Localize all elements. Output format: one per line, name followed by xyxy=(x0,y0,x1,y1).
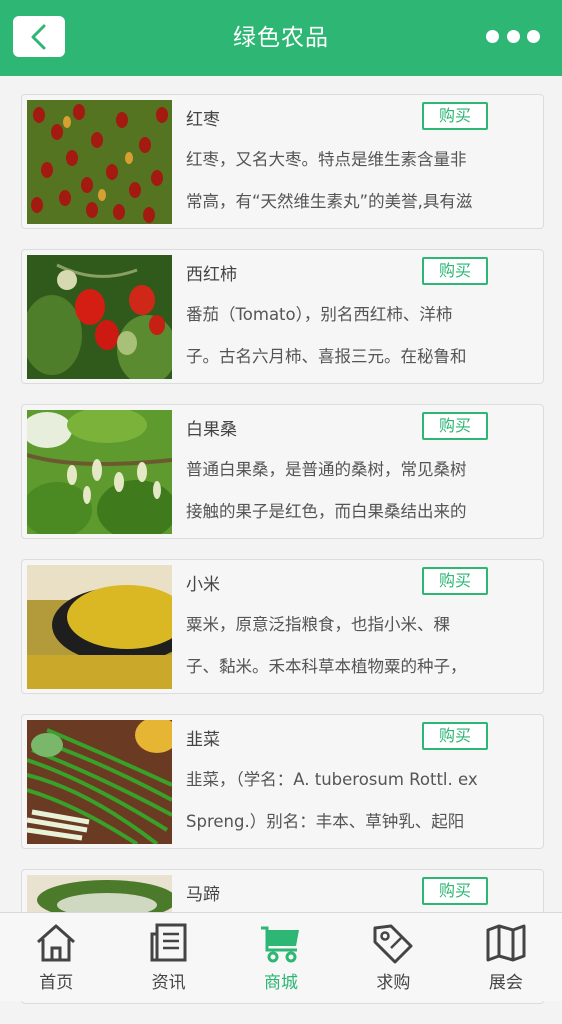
tab-label: 首页 xyxy=(39,973,74,993)
more-dot-icon xyxy=(527,29,540,43)
description-line: 子。古名六月柿、喜报三元。在秘鲁和 xyxy=(186,347,467,366)
product-image-jujube[interactable] xyxy=(27,100,172,224)
description-line: 番茄（Tomato），别名西红柿、洋柿 xyxy=(186,305,453,324)
page-title: 绿色农品 xyxy=(233,25,329,51)
description-line: 常高，有“天然维生素丸”的美誉,具有滋 xyxy=(186,192,473,211)
product-image-white-mulberry[interactable] xyxy=(27,410,172,534)
buy-button[interactable]: 购买 xyxy=(422,257,488,285)
product-name: 小米 xyxy=(186,575,220,595)
bottom-tab-bar: 首页 资讯 商城 求购 展会 xyxy=(0,912,562,1001)
product-card[interactable]: 红枣 购买 红枣，又名大枣。特点是维生素含量非 常高，有“天然维生素丸”的美誉,… xyxy=(21,94,544,229)
tab-mall[interactable]: 商城 xyxy=(225,913,337,1001)
tab-exhibition[interactable]: 展会 xyxy=(450,913,562,1001)
top-bar: 绿色农品 xyxy=(0,0,562,76)
map-icon xyxy=(486,924,526,962)
product-name: 韭菜 xyxy=(186,730,220,750)
description-line: 粟米，原意泛指粮食，也指小米、稞 xyxy=(186,615,450,634)
tab-home[interactable]: 首页 xyxy=(0,913,112,1001)
description-line: 韭菜，（学名：A. tuberosum Rottl. ex xyxy=(186,770,478,789)
description-line: Spreng.）别名：丰本、草钟乳、起阳 xyxy=(186,812,465,831)
product-description: 普通白果桑，是普通的桑树，常见桑树 接触的果子是红色，而白果桑结出来的 xyxy=(186,449,516,533)
more-menu-button[interactable] xyxy=(486,29,540,43)
product-card[interactable]: 西红柿 购买 番茄（Tomato），别名西红柿、洋柿 子。古名六月柿、喜报三元。… xyxy=(21,249,544,384)
product-image-tomato[interactable] xyxy=(27,255,172,379)
buy-button[interactable]: 购买 xyxy=(422,102,488,130)
product-name: 马蹄 xyxy=(186,885,220,905)
product-card[interactable]: 白果桑 购买 普通白果桑，是普通的桑树，常见桑树 接触的果子是红色，而白果桑结出… xyxy=(21,404,544,539)
more-dot-icon xyxy=(506,29,520,43)
product-description: 韭菜，（学名：A. tuberosum Rottl. ex Spreng.）别名… xyxy=(186,759,516,843)
tab-label: 展会 xyxy=(488,973,523,993)
product-description: 红枣，又名大枣。特点是维生素含量非 常高，有“天然维生素丸”的美誉,具有滋 xyxy=(186,139,516,223)
tab-label: 求购 xyxy=(376,973,411,993)
product-name: 红枣 xyxy=(186,110,220,130)
tag-icon xyxy=(373,924,413,964)
buy-button[interactable]: 购买 xyxy=(422,722,488,750)
description-line: 红枣，又名大枣。特点是维生素含量非 xyxy=(186,150,467,169)
tab-label: 商城 xyxy=(264,973,299,993)
news-icon xyxy=(150,923,187,962)
tab-news[interactable]: 资讯 xyxy=(112,913,224,1001)
home-icon xyxy=(37,924,76,962)
product-name: 白果桑 xyxy=(186,420,237,440)
product-card[interactable]: 小米 购买 粟米，原意泛指粮食，也指小米、稞 子、黏米。禾本科草本植物粟的种子， xyxy=(21,559,544,694)
description-line: 子、黏米。禾本科草本植物粟的种子， xyxy=(186,657,467,676)
cart-icon xyxy=(261,926,300,963)
description-line: 接触的果子是红色，而白果桑结出来的 xyxy=(186,502,467,521)
product-description: 粟米，原意泛指粮食，也指小米、稞 子、黏米。禾本科草本植物粟的种子， xyxy=(186,604,516,688)
product-description: 番茄（Tomato），别名西红柿、洋柿 子。古名六月柿、喜报三元。在秘鲁和 xyxy=(186,294,516,378)
buy-button[interactable]: 购买 xyxy=(422,567,488,595)
tab-label: 资讯 xyxy=(151,973,186,993)
description-line: 普通白果桑，是普通的桑树，常见桑树 xyxy=(186,460,467,479)
buy-button[interactable]: 购买 xyxy=(422,877,488,905)
product-name: 西红柿 xyxy=(186,265,237,285)
tab-purchase-request[interactable]: 求购 xyxy=(337,913,449,1001)
buy-button[interactable]: 购买 xyxy=(422,412,488,440)
product-card[interactable]: 韭菜 购买 韭菜，（学名：A. tuberosum Rottl. ex Spre… xyxy=(21,714,544,849)
product-image-millet[interactable] xyxy=(27,565,172,689)
product-list: 红枣 购买 红枣，又名大枣。特点是维生素含量非 常高，有“天然维生素丸”的美誉,… xyxy=(21,94,544,1024)
product-image-chives[interactable] xyxy=(27,720,172,844)
more-dot-icon xyxy=(486,29,499,43)
